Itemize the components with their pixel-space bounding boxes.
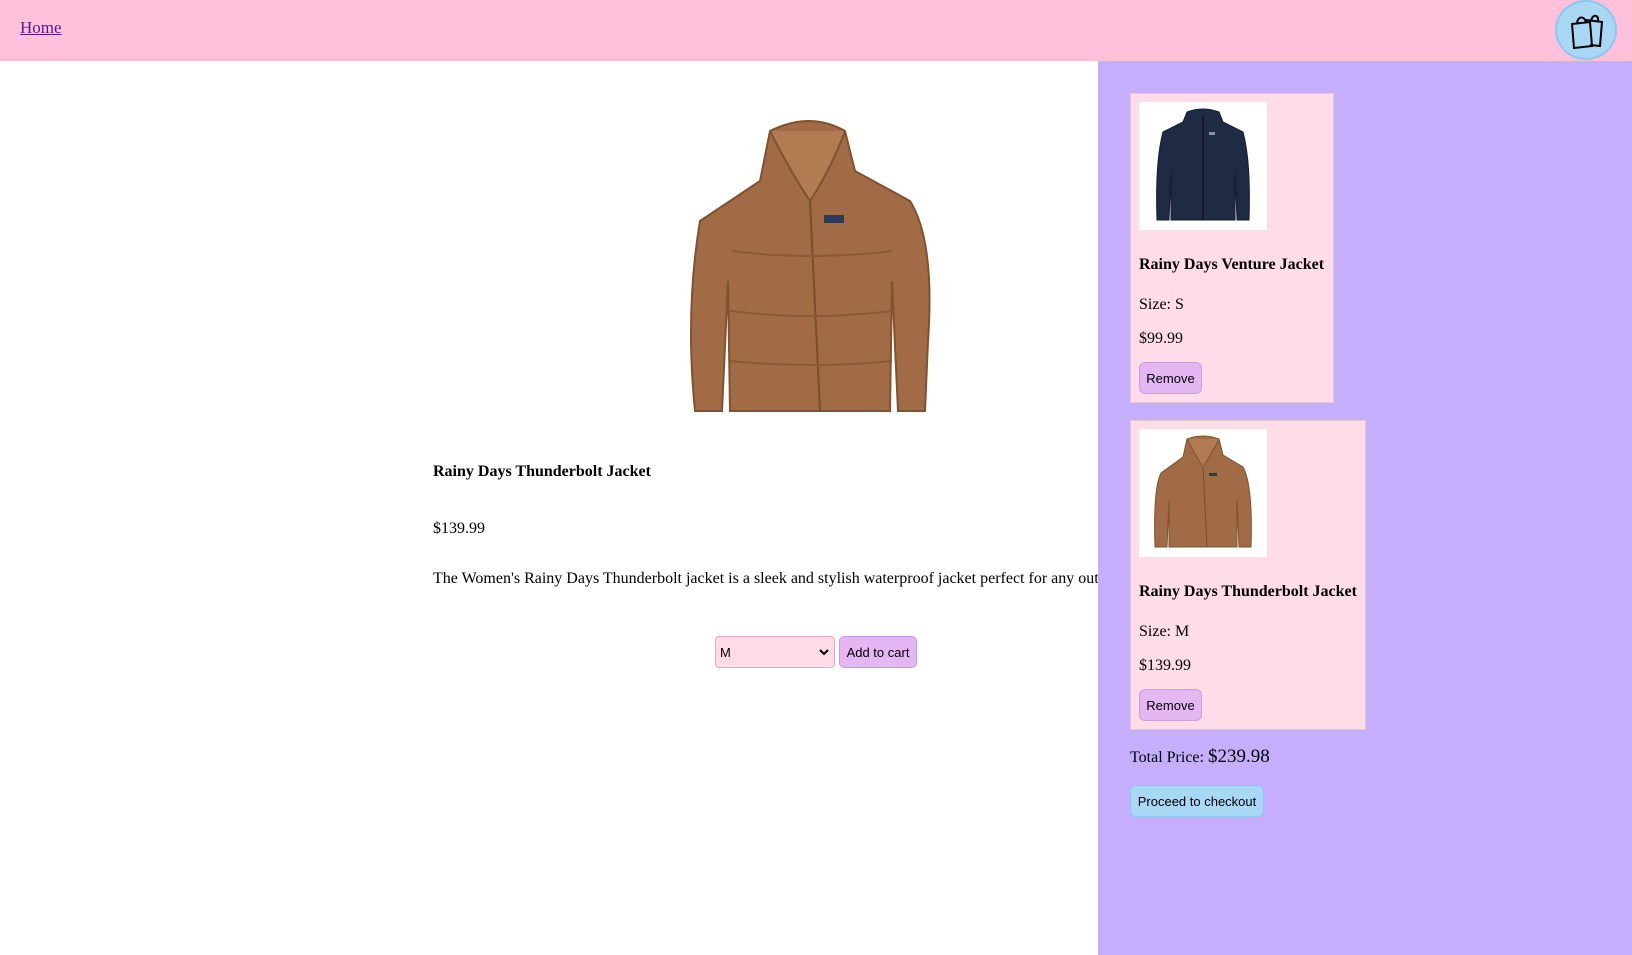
size-select[interactable]: M (715, 636, 835, 668)
cart-item-name: Rainy Days Thunderbolt Jacket (1139, 583, 1357, 600)
cart-item-image (1139, 102, 1267, 230)
total-price: Total Price: $239.98 (1130, 746, 1270, 768)
product-image (660, 111, 960, 421)
cart-item: Rainy Days Venture Jacket Size: S $99.99… (1130, 93, 1334, 403)
total-price-amount: $239.98 (1207, 746, 1270, 767)
product-price: $139.99 (433, 520, 485, 537)
cart-item-price: $99.99 (1139, 330, 1183, 347)
remove-button[interactable]: Remove (1139, 689, 1202, 721)
navy-fleece-jacket-image (1156, 108, 1250, 221)
size-select-value: M (720, 645, 731, 660)
shopping-bags-icon (1570, 14, 1604, 50)
cart-item-size: Size: S (1139, 296, 1184, 313)
cart-item-size: Size: M (1139, 623, 1190, 640)
cart-button[interactable] (1555, 0, 1617, 60)
cart-panel: Rainy Days Venture Jacket Size: S $99.99… (1098, 61, 1632, 955)
checkout-button[interactable]: Proceed to checkout (1130, 785, 1264, 817)
chevron-down-icon (819, 649, 829, 656)
home-link[interactable]: Home (20, 18, 62, 38)
remove-button[interactable]: Remove (1139, 362, 1202, 394)
top-navigation-bar: Home (0, 0, 1632, 61)
brown-fleece-jacket-image (1154, 435, 1252, 548)
product-description: The Women's Rainy Days Thunderbolt jacke… (433, 570, 1098, 587)
cart-item-image (1139, 429, 1267, 557)
cart-item-name: Rainy Days Venture Jacket (1139, 256, 1325, 273)
cart-item: Rainy Days Thunderbolt Jacket Size: M $1… (1130, 420, 1366, 730)
cart-item-price: $139.99 (1139, 657, 1191, 674)
add-to-cart-button[interactable]: Add to cart (839, 636, 917, 668)
brown-fleece-jacket-image (690, 120, 931, 412)
product-detail: Rainy Days Thunderbolt Jacket $139.99 Th… (0, 61, 1098, 955)
product-name: Rainy Days Thunderbolt Jacket (433, 463, 651, 480)
total-price-label: Total Price: (1130, 749, 1204, 766)
